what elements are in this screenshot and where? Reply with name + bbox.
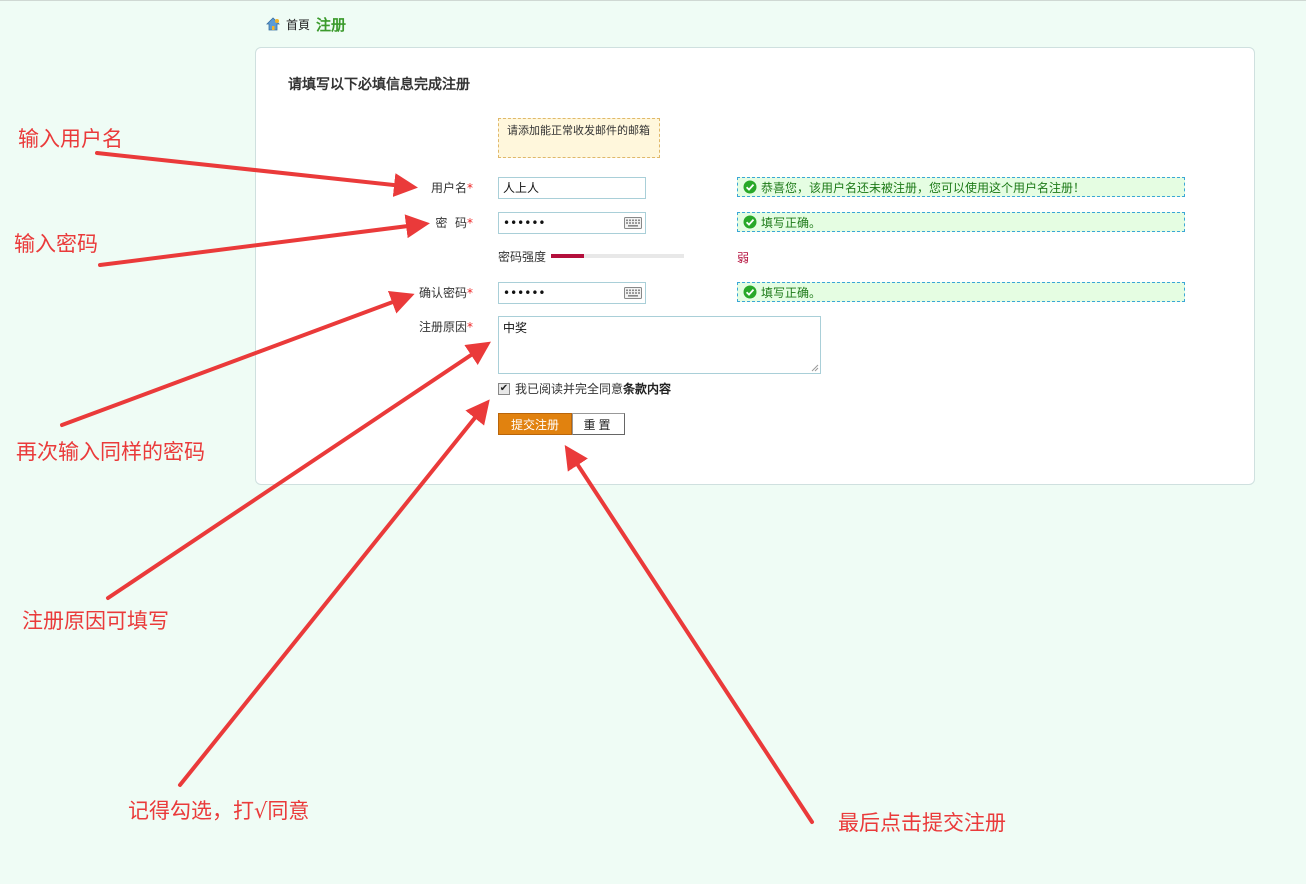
- reset-button[interactable]: 重置: [572, 413, 625, 435]
- password-strength-bar: [551, 254, 684, 258]
- keyboard-icon[interactable]: [624, 217, 642, 229]
- email-notice: 请添加能正常收发邮件的邮箱: [498, 118, 660, 158]
- annotation-reason: 注册原因可填写: [22, 609, 169, 633]
- username-success-text: 恭喜您，该用户名还未被注册，您可以使用这个用户名注册！: [761, 180, 1086, 195]
- password-strength-value: 弱: [737, 251, 750, 265]
- confirm-success-message: 填写正确。: [737, 282, 1185, 302]
- required-mark: *: [467, 216, 473, 230]
- resize-handle-icon[interactable]: [811, 364, 819, 372]
- check-circle-icon: [743, 180, 757, 194]
- password-success-message: 填写正确。: [737, 212, 1185, 232]
- password-strength-fill: [551, 254, 585, 258]
- form-heading: 请填写以下必填信息完成注册: [288, 77, 470, 93]
- check-circle-icon: [743, 215, 757, 229]
- confirm-success-text: 填写正确。: [761, 285, 822, 300]
- reason-label: 注册原因*: [343, 318, 473, 335]
- username-input[interactable]: 人上人: [498, 177, 646, 199]
- arrow-submit: [564, 444, 814, 824]
- required-mark: *: [467, 286, 473, 300]
- agreement-text: 我已阅读并完全同意: [515, 382, 624, 396]
- annotation-username: 输入用户名: [18, 127, 123, 151]
- annotation-agree: 记得勾选，打√同意: [128, 799, 310, 823]
- check-circle-icon: [743, 285, 757, 299]
- agreement-checkbox[interactable]: ✔: [498, 382, 510, 395]
- terms-link[interactable]: 条款内容: [623, 380, 671, 397]
- home-icon[interactable]: [266, 17, 280, 31]
- required-mark: *: [467, 320, 473, 334]
- register-panel: [255, 47, 1255, 485]
- annotation-confirm: 再次输入同样的密码: [16, 440, 205, 464]
- password-strength-label: 密码强度: [498, 250, 547, 264]
- reason-textarea[interactable]: 中奖: [498, 316, 821, 374]
- username-label-text: 用户名: [430, 181, 467, 195]
- username-label: 用户名*: [343, 179, 473, 196]
- keyboard-icon[interactable]: [624, 287, 642, 299]
- required-mark: *: [467, 181, 473, 195]
- confirm-label-text: 确认密码: [418, 286, 467, 300]
- agreement-row: ✔ 我已阅读并完全同意 条款内容: [498, 380, 671, 397]
- breadcrumb: 首頁 注册: [266, 14, 346, 34]
- password-success-text: 填写正确。: [761, 215, 822, 230]
- annotation-submit: 最后点击提交注册: [838, 811, 1006, 835]
- reason-label-text: 注册原因: [418, 320, 467, 334]
- submit-register-button[interactable]: 提交注册: [498, 413, 572, 435]
- top-border: [0, 0, 1306, 1]
- reason-text: 中奖: [503, 321, 528, 335]
- password-label: 密 码*: [343, 214, 473, 231]
- breadcrumb-current: 注册: [316, 15, 347, 34]
- confirm-password-label: 确认密码*: [343, 284, 473, 301]
- annotation-password: 输入密码: [14, 232, 98, 256]
- username-success-message: 恭喜您，该用户名还未被注册，您可以使用这个用户名注册！: [737, 177, 1185, 197]
- password-label-text: 密 码: [435, 216, 467, 230]
- breadcrumb-home-link[interactable]: 首頁: [286, 16, 310, 33]
